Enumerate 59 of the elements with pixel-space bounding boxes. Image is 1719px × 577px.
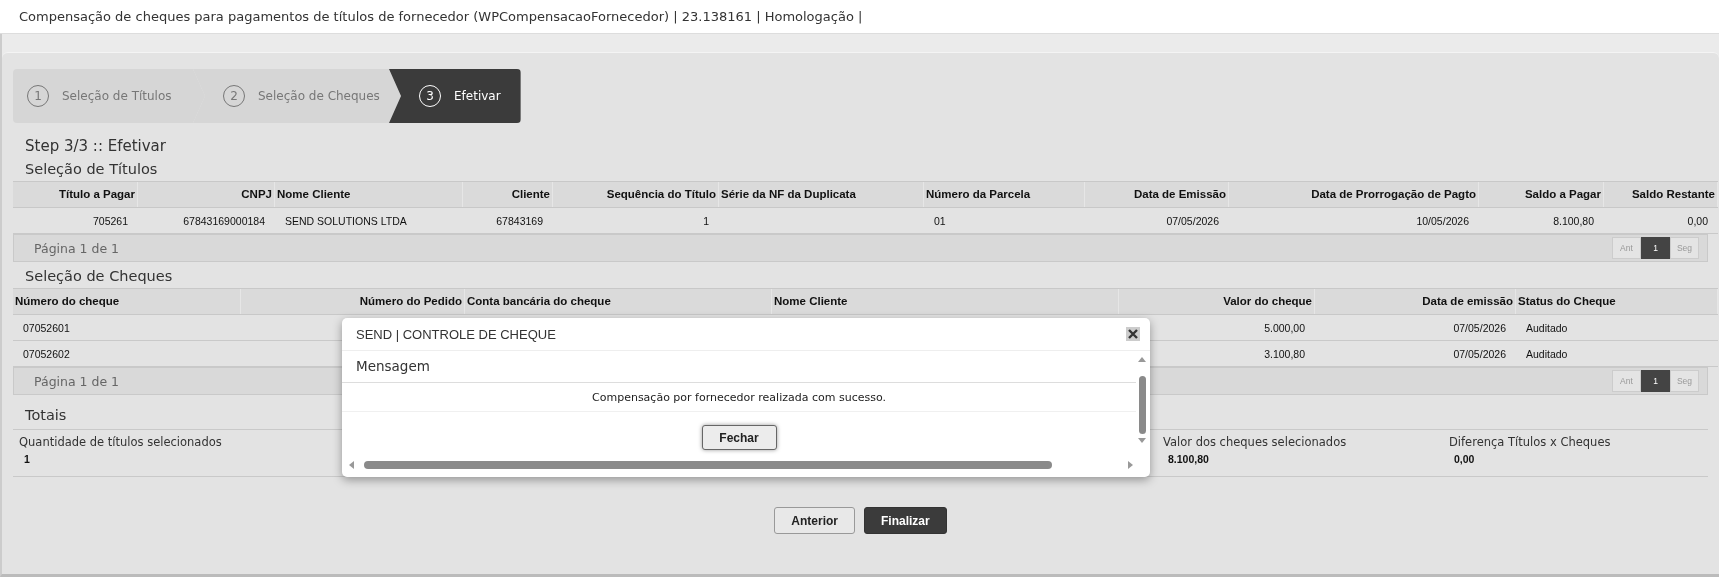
window-title: Compensação de cheques para pagamentos de títulos de fornecedor (WPCompensacaoFornecedor) | 23.138161 | Homologação | [19, 9, 863, 24]
column-header[interactable]: Saldo a Pagar [1479, 182, 1604, 207]
column-header[interactable]: Saldo Restante [1604, 182, 1718, 207]
table-cell-text: 07052602 [22, 347, 71, 360]
page-info: Página 1 de 1 [34, 240, 120, 256]
table-cell-text: SEND SOLUTIONS LTDA [284, 214, 408, 227]
column-header[interactable]: Conta bancária do cheque [465, 289, 772, 314]
column-header[interactable]: Nome Cliente [275, 182, 463, 207]
dialog-message: Compensação por fornecedor realizada com sucesso. [592, 390, 886, 404]
section-heading: Totais [25, 407, 68, 423]
step-heading: Step 3/3 :: Efetivar [25, 137, 167, 155]
action-button[interactable]: Anterior [774, 507, 855, 534]
column-header[interactable]: Número da Parcela [924, 182, 1085, 207]
table-cell-text: 0,00 [1686, 214, 1709, 227]
action-button[interactable]: Finalizar [864, 507, 947, 534]
table-cell-text: 07/05/2026 [1452, 347, 1507, 360]
dialog-title: SEND | CONTROLE DE CHEQUE [356, 326, 556, 342]
total-value: 8.100,80 [1167, 453, 1210, 465]
table-cell-text: 8.100,80 [1552, 214, 1595, 227]
column-header[interactable]: Título a Pagar [13, 182, 138, 207]
column-header[interactable]: Data de Emissão [1085, 182, 1229, 207]
table-cell-text: 67843169000184 [182, 214, 266, 227]
column-header[interactable]: Série da NF da Duplicata [719, 182, 924, 207]
table-cell-text: 07/05/2026 [1452, 321, 1507, 334]
column-header[interactable]: Data de Prorrogação de Pagto [1229, 182, 1479, 207]
table-cell-text: 07/05/2026 [1165, 214, 1220, 227]
pager-button[interactable]: 1 [1641, 237, 1670, 259]
close-button[interactable]: Fechar [701, 425, 777, 450]
section-heading: Seleção de Títulos [25, 161, 159, 177]
table-cell-text: 3.100,80 [1263, 347, 1306, 360]
column-header[interactable]: Nome Cliente [772, 289, 1119, 314]
column-header[interactable]: Sequência do Título [553, 182, 719, 207]
table-cell-text: 67843169 [495, 214, 544, 227]
column-header[interactable]: Data de emissão [1315, 289, 1516, 314]
close-icon[interactable] [1126, 327, 1140, 341]
table-cell-text: 01 [933, 214, 947, 227]
table-cell-text: Auditado [1525, 321, 1569, 334]
total-value: 1 [23, 453, 31, 465]
section-heading: Seleção de Cheques [25, 268, 174, 284]
table-cell-text: 1 [702, 214, 710, 227]
page-info: Página 1 de 1 [34, 373, 120, 389]
table-cell-text: 07052601 [22, 321, 71, 334]
column-header[interactable]: Número do Pedido [241, 289, 465, 314]
dialog-section-heading: Mensagem [342, 351, 1136, 383]
table-cell-text: 10/05/2026 [1415, 214, 1470, 227]
table-cell-text: 5.000,00 [1263, 321, 1306, 334]
pager-button[interactable]: 1 [1641, 370, 1670, 392]
column-header[interactable]: Valor do cheque [1119, 289, 1315, 314]
total-label: Valor dos cheques selecionados [1163, 435, 1348, 449]
table-cell-text: 705261 [91, 214, 129, 227]
table-cell-text: Auditado [1525, 347, 1569, 360]
total-value: 0,00 [1453, 453, 1476, 465]
total-label: Quantidade de títulos selecionados [19, 435, 223, 449]
column-header[interactable]: Status do Cheque [1516, 289, 1718, 314]
column-header[interactable]: Número do cheque [13, 289, 241, 314]
wizard-step[interactable]: 3 Efetivar [389, 69, 521, 123]
total-label: Diferença Títulos x Cheques [1449, 435, 1612, 449]
column-header[interactable]: Cliente [463, 182, 553, 207]
column-header[interactable]: CNPJ [138, 182, 275, 207]
